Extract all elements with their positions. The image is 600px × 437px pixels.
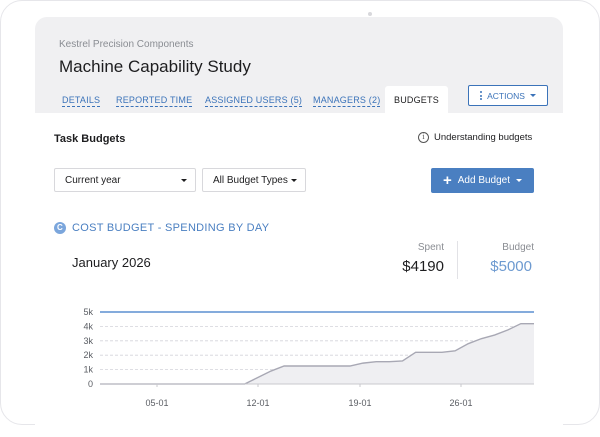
y-tick-label: 5k xyxy=(83,307,93,317)
x-tick-label: 19-01 xyxy=(348,398,371,408)
x-tick-label: 26-01 xyxy=(449,398,472,408)
spending-chart: 0 1k 2k 3k 4k 5k 05-01 12-01 19-01 26-01 xyxy=(83,307,534,408)
y-tick-label: 2k xyxy=(83,350,93,360)
x-tick-label: 05-01 xyxy=(145,398,168,408)
y-tick-label: 4k xyxy=(83,321,93,331)
y-tick-label: 0 xyxy=(88,379,93,389)
y-tick-label: 1k xyxy=(83,365,93,375)
spending-area xyxy=(100,323,534,384)
x-tick-label: 12-01 xyxy=(246,398,269,408)
y-tick-label: 3k xyxy=(83,336,93,346)
